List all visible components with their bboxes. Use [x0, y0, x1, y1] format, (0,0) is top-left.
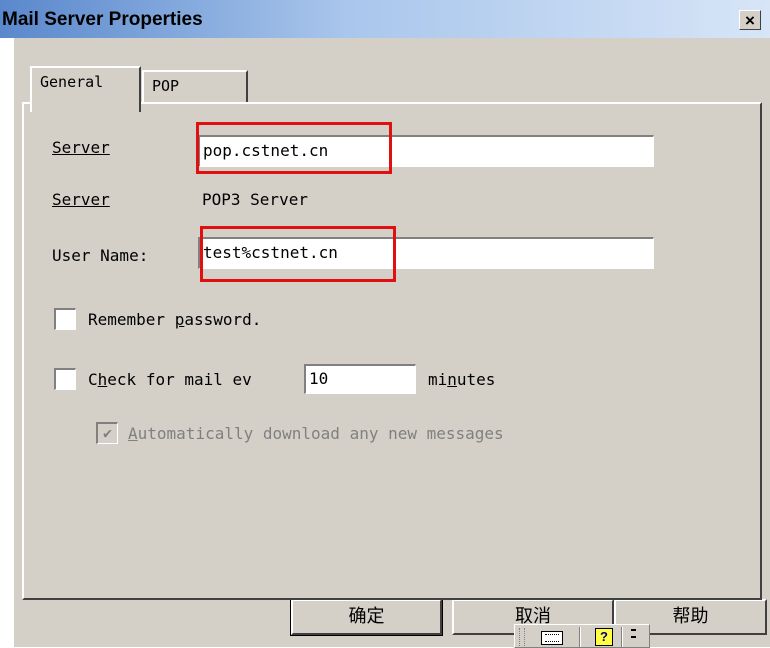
remember-password-checkbox[interactable] — [54, 308, 76, 330]
server-label-text: Server — [52, 138, 110, 157]
language-bar-separator — [579, 627, 581, 647]
help-icon[interactable]: ? — [595, 628, 613, 646]
auto-download-accesskey: A — [128, 424, 138, 443]
language-bar: ? — [514, 624, 650, 648]
minutes-text-pre: mi — [428, 370, 448, 389]
minutes-label: minutes — [428, 370, 495, 389]
check-mail-text-mid: eck for mail ev — [107, 370, 252, 389]
username-highlight-box — [200, 226, 396, 282]
menu-icon[interactable] — [631, 629, 636, 643]
server-type-value: POP3 Server — [202, 190, 308, 209]
window-title: Mail Server Properties — [2, 9, 203, 30]
tab-pop[interactable]: POP — [142, 70, 248, 103]
check-interval-input[interactable]: 10 — [304, 364, 416, 394]
ok-button[interactable]: 确定 — [290, 598, 443, 636]
auto-download-checkbox[interactable]: ✔ — [96, 422, 118, 444]
check-mail-label[interactable]: Check for mail ev — [88, 370, 252, 389]
check-mail-accesskey: h — [97, 370, 108, 389]
language-bar-grip[interactable] — [519, 628, 525, 646]
tab-general[interactable]: General — [30, 66, 141, 112]
language-bar-separator — [621, 627, 623, 647]
checkmark-icon: ✔ — [102, 424, 113, 442]
check-mail-checkbox[interactable] — [54, 368, 76, 390]
minutes-text-post: utes — [456, 370, 496, 389]
check-mail-text-pre: C — [88, 370, 98, 389]
server-highlight-box — [196, 122, 392, 174]
minutes-accesskey: n — [447, 370, 457, 389]
remember-password-label[interactable]: Remember password. — [88, 310, 261, 329]
title-bar: Mail Server Properties × — [0, 0, 770, 38]
keyboard-icon[interactable] — [541, 631, 563, 645]
general-tab-panel: Server pop.cstnet.cn Server POP3 Server … — [22, 102, 762, 600]
remember-password-text-post: assword. — [184, 310, 262, 329]
server-type-label: Server — [52, 190, 110, 209]
auto-download-label: Automatically download any new messages — [128, 424, 504, 443]
auto-download-text: utomatically download any new messages — [137, 424, 504, 443]
server-label: Server — [52, 138, 110, 157]
remember-password-text-pre: Remember — [88, 310, 175, 329]
username-label: User Name: — [52, 246, 149, 265]
remember-password-accesskey: p — [174, 310, 185, 329]
server-type-label-text: Server — [52, 190, 110, 209]
close-button[interactable]: × — [739, 10, 761, 30]
dialog-body: General POP Server pop.cstnet.cn Server … — [14, 38, 770, 648]
